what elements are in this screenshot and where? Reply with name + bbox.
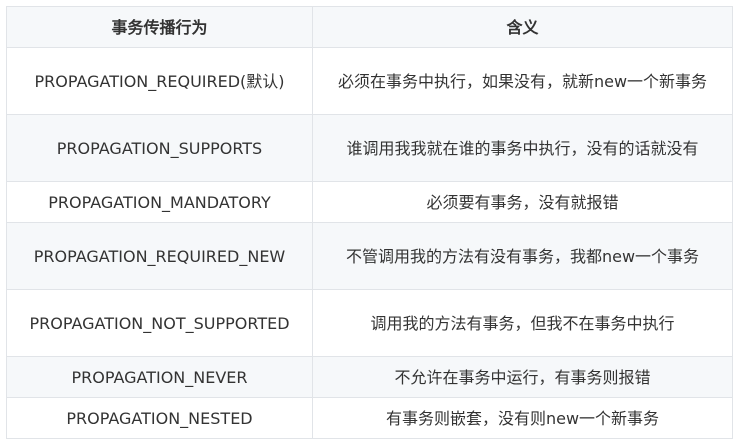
meaning-cell: 必须要有事务，没有就报错 bbox=[312, 181, 733, 223]
behavior-cell: PROPAGATION_SUPPORTS bbox=[6, 114, 313, 182]
meaning-cell: 谁调用我我就在谁的事务中执行，没有的话就没有 bbox=[312, 114, 733, 182]
header-row: 事务传播行为 含义 bbox=[6, 6, 733, 48]
table-row: PROPAGATION_SUPPORTS 谁调用我我就在谁的事务中执行，没有的话… bbox=[6, 114, 733, 182]
propagation-table: 事务传播行为 含义 PROPAGATION_REQUIRED(默认) 必须在事务… bbox=[6, 6, 733, 439]
table-row: PROPAGATION_REQUIRED(默认) 必须在事务中执行，如果没有，就… bbox=[6, 47, 733, 115]
behavior-cell: PROPAGATION_NEVER bbox=[6, 356, 313, 398]
table-row: PROPAGATION_NEVER 不允许在事务中运行，有事务则报错 bbox=[6, 356, 733, 398]
behavior-cell: PROPAGATION_REQUIRED(默认) bbox=[6, 47, 313, 115]
meaning-cell: 必须在事务中执行，如果没有，就新new一个新事务 bbox=[312, 47, 733, 115]
behavior-cell: PROPAGATION_REQUIRED_NEW bbox=[6, 222, 313, 290]
header-meaning: 含义 bbox=[312, 6, 733, 48]
table-row: PROPAGATION_NOT_SUPPORTED 调用我的方法有事务，但我不在… bbox=[6, 289, 733, 357]
table-header: 事务传播行为 含义 bbox=[6, 6, 733, 48]
propagation-table-container: 事务传播行为 含义 PROPAGATION_REQUIRED(默认) 必须在事务… bbox=[6, 6, 733, 439]
table-body: PROPAGATION_REQUIRED(默认) 必须在事务中执行，如果没有，就… bbox=[6, 47, 733, 439]
meaning-cell: 不允许在事务中运行，有事务则报错 bbox=[312, 356, 733, 398]
behavior-cell: PROPAGATION_NOT_SUPPORTED bbox=[6, 289, 313, 357]
table-row: PROPAGATION_MANDATORY 必须要有事务，没有就报错 bbox=[6, 181, 733, 223]
meaning-cell: 有事务则嵌套，没有则new一个新事务 bbox=[312, 397, 733, 439]
meaning-cell: 不管调用我的方法有没有事务，我都new一个事务 bbox=[312, 222, 733, 290]
behavior-cell: PROPAGATION_NESTED bbox=[6, 397, 313, 439]
behavior-cell: PROPAGATION_MANDATORY bbox=[6, 181, 313, 223]
header-behavior: 事务传播行为 bbox=[6, 6, 313, 48]
table-row: PROPAGATION_REQUIRED_NEW 不管调用我的方法有没有事务，我… bbox=[6, 222, 733, 290]
meaning-cell: 调用我的方法有事务，但我不在事务中执行 bbox=[312, 289, 733, 357]
table-row: PROPAGATION_NESTED 有事务则嵌套，没有则new一个新事务 bbox=[6, 397, 733, 439]
